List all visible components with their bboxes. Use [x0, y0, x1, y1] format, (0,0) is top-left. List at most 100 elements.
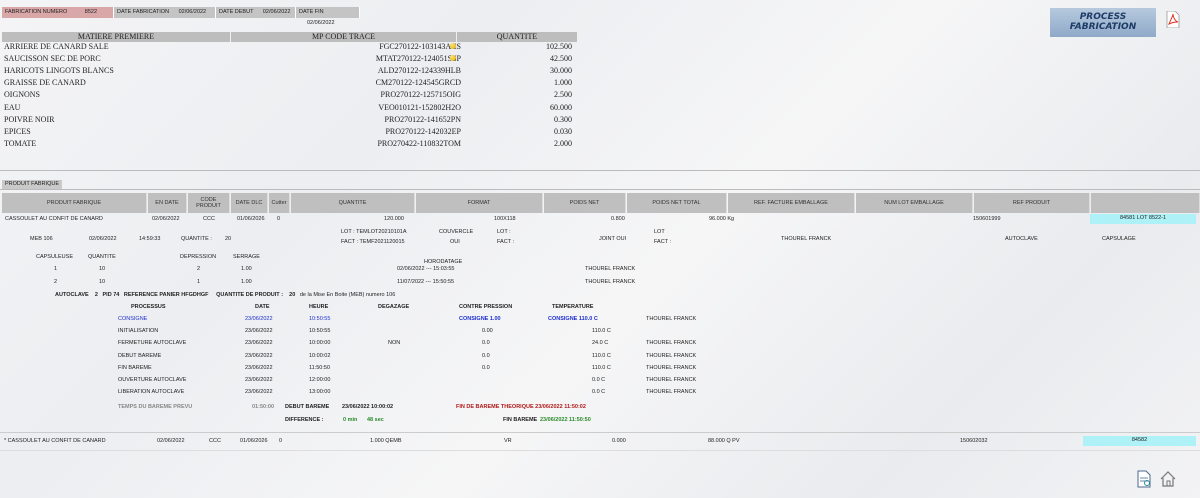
material-row: SAUCISSON SEC DE PORC MTAT270122-124051SS… [4, 53, 576, 65]
process-cell: FERMETURE AUTOCLAVE [118, 340, 187, 347]
process-cell: 10:50:55 [309, 328, 331, 335]
process-cell: 23/06/2022 [245, 389, 273, 396]
date-fabrication-cell: DATE FABRICATION 02/06/2022 [114, 7, 216, 18]
capsuleuse-cell: 1.00 [241, 279, 252, 285]
pdf-icon[interactable] [1166, 11, 1180, 28]
material-name: EAU [4, 102, 21, 112]
product-dlc: 01/06/2026 [237, 216, 265, 222]
material-name: OIGNONS [4, 90, 40, 100]
material-row: ARRIERE DE CANARD SALE FGC270122-103143AC… [4, 41, 576, 53]
process-cell: 110.0 C [592, 328, 611, 335]
product-column-header [1091, 193, 1200, 213]
difference-sec: 48 sec [367, 417, 384, 423]
capsuleuse-header: CAPSULEUSE [36, 254, 73, 260]
process-cell: 110.0 C [592, 364, 611, 371]
product-column-header: PRODUIT FABRIQUE [2, 193, 147, 213]
process-heure-header: HEURE [309, 304, 329, 310]
capsuleuse-cell: 10 [99, 266, 106, 272]
capsuleuse-cell: 1 [197, 279, 201, 285]
product-lot-badge[interactable]: 84581 LOT 8522-1 [1090, 214, 1196, 224]
process-cell: 23/06/2022 [245, 328, 273, 335]
material-name: ARRIERE DE CANARD SALE [4, 42, 109, 51]
capsuleuse-cell: 02/06/2022 --- 15:03:55 [397, 266, 455, 272]
difference-label: DIFFERENCE : [285, 417, 324, 423]
footer-product-format: VR [504, 438, 512, 444]
process-cell: 11:50:50 [309, 364, 331, 371]
debut-bareme-label: DEBUT BAREME [285, 404, 330, 410]
material-name: EPICES [4, 126, 31, 136]
divider [0, 170, 1200, 171]
material-row: POIVRE NOIR PRO270122-141652PN 0.300 [4, 114, 576, 126]
date-fin-cell: DATE FIN 02/06/2022 [296, 7, 360, 26]
process-cell: THOUREL FRANCK [646, 352, 697, 359]
couvercle-value: OUI [450, 239, 460, 245]
product-column-header: REF. FACTURE EMBALLAGE [728, 193, 855, 213]
process-cell: 23/06/2022 [245, 377, 273, 383]
process-cell: 10:00:02 [309, 352, 331, 359]
product-poids-net: 0.800 [611, 216, 625, 222]
material-row: GRAISSE DE CANARD CM270122-124545GRCD 1.00… [4, 77, 576, 89]
process-cell: DEBUT BAREME [118, 352, 162, 359]
material-name: GRAISSE DE CANARD [4, 78, 86, 88]
process-cell: 0.0 [482, 352, 490, 359]
divider [0, 432, 1200, 433]
produit-fabrique-tab[interactable]: PRODUIT FABRIQUE [2, 180, 62, 189]
footer-product-dlc: 01/06/2026 [240, 438, 268, 444]
material-row: EAU VEO010121-152802H2O 60.000 [4, 102, 576, 114]
product-column-header: QUANTITE [291, 193, 415, 213]
material-code: PRO270122-125715OIG [380, 90, 461, 100]
process-cell: 23/06/2022 [245, 364, 273, 371]
process-cell: 0.0 C [592, 389, 606, 396]
logo-line-1: PROCESS [1079, 12, 1127, 22]
divider [0, 189, 1200, 190]
home-icon[interactable] [1160, 470, 1176, 488]
material-qty: 0.030 [554, 126, 572, 136]
process-cell: CONSIGNE 110.0 C [548, 316, 598, 322]
capsuleuse-cell: 1 [54, 266, 58, 272]
joint-value: JOINT OUI [599, 236, 627, 242]
capsuleuse-cell: 2 [54, 279, 58, 285]
process-cell: THOUREL FRANCK [646, 340, 697, 347]
product-column-header: POIDS NET [544, 193, 626, 213]
product-name: CASSOULET AU CONFIT DE CANARD [5, 216, 103, 222]
yellow-dot-icon[interactable] [450, 43, 456, 49]
process-cell: 12:00:00 [309, 377, 331, 383]
meb-qty-label: QUANTITE : [181, 236, 212, 242]
product-column-header: REF PRODUIT [974, 193, 1090, 213]
material-row: HARICOTS LINGOTS BLANCS ALD270122-124339H… [4, 65, 576, 77]
material-qty: 60.000 [550, 102, 572, 112]
process-cell: THOUREL FRANCK [646, 364, 697, 371]
process-cell: 0.0 C [592, 377, 606, 383]
process-fabrication-logo[interactable]: PROCESS FABRICATION [1050, 8, 1156, 37]
report-icon[interactable] [1136, 470, 1152, 488]
material-qty: 1.000 [554, 78, 572, 88]
footer-lot-badge[interactable]: 84582 [1083, 436, 1196, 446]
product-column-header: EN DATE [148, 193, 187, 213]
fabrication-number-label: FABRICATION NUMERO [5, 9, 68, 15]
product-quantity: 120.000 [384, 216, 404, 222]
date-fin-value: 02/06/2022 [307, 20, 335, 26]
material-code: PRO270422-110832TOM [377, 138, 461, 148]
material-code: FGC270122-103143ACS [379, 42, 461, 51]
product-column-header: DATE DLC [231, 193, 268, 213]
footer-product-qty: 1.000 QEMB [370, 438, 402, 444]
material-row: EPICES PRO270122-142032EP 0.030 [4, 126, 576, 138]
process-cell: INITIALISATION [118, 328, 159, 335]
process-cell: CONSIGNE 1.00 [459, 316, 501, 322]
process-cell: 110.0 C [592, 352, 611, 359]
meb-number: MEB 106 [30, 236, 53, 242]
material-row: TOMATE PRO270422-110832TOM 2.000 [4, 138, 576, 150]
material-name: SAUCISSON SEC DE PORC [4, 54, 101, 64]
process-cell: 23/06/2022 [245, 316, 273, 322]
date-debut-cell: DATE DEBUT 02/06/2022 [216, 7, 296, 18]
date-debut-value: 02/06/2022 [262, 9, 291, 15]
product-format: 100X118 [494, 216, 516, 222]
product-code: CCC [203, 216, 215, 222]
difference-min: 0 min [343, 417, 358, 423]
logo-line-2: FABRICATION [1069, 22, 1137, 32]
fabrication-header-bar: FABRICATION NUMERO 8522 DATE FABRICATION… [2, 7, 360, 26]
footer-product-cutter: 0 [279, 438, 283, 444]
process-cell: 24.0 C [592, 340, 609, 347]
couvercle-label: COUVERCLE [439, 229, 474, 235]
serrage-header: SERRAGE [233, 254, 260, 260]
